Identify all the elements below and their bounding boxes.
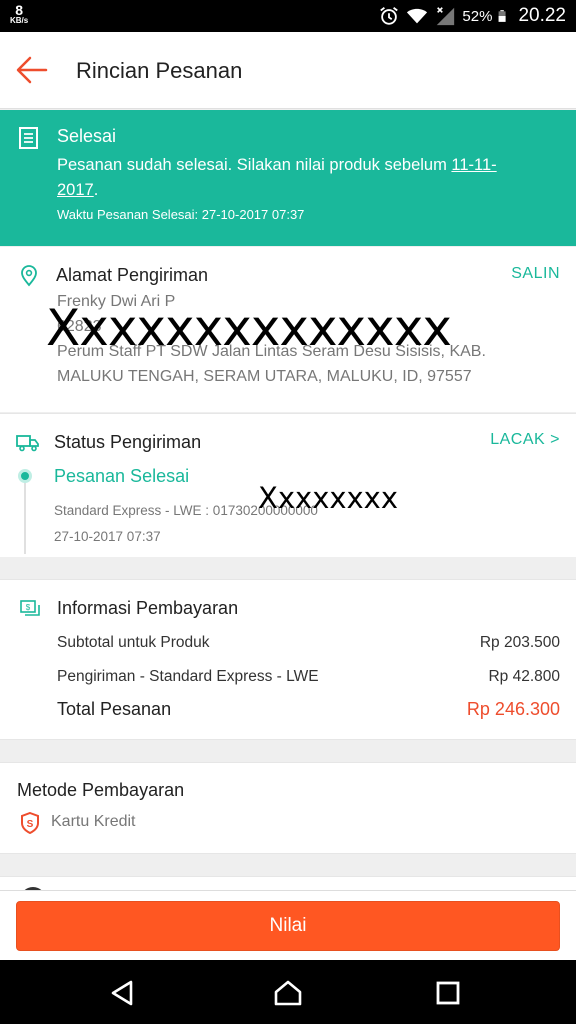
shipping-address-card: Alamat Pengiriman SALIN Frenky Dwi Ari P…: [0, 247, 576, 412]
payment-method-card: Metode Pembayaran S Kartu Kredit: [0, 762, 576, 854]
shipping-address-title: Alamat Pengiriman: [56, 265, 209, 285]
svg-text:$: $: [26, 603, 31, 612]
clock: 20.22: [518, 5, 566, 26]
status-bar: 8 KB/s 52% 20.22: [0, 0, 576, 32]
location-pin-icon: [21, 265, 37, 287]
payment-row-label: Pengiriman - Standard Express - LWE: [57, 668, 319, 685]
payment-total-value: Rp 246.300: [466, 699, 560, 719]
battery-percent: 52%: [462, 7, 493, 25]
payment-total-label: Total Pesanan: [57, 699, 172, 719]
bottom-action-bar: Nilai: [0, 890, 576, 960]
truck-icon: [16, 435, 39, 452]
order-status-banner: Selesai Pesanan sudah selesai. Silakan n…: [0, 110, 576, 246]
svg-text:S: S: [27, 819, 34, 830]
payment-row-label: Subtotal untuk Produk: [57, 634, 210, 651]
shipping-timestamp: 27-10-2017 07:37: [54, 529, 161, 544]
rate-button[interactable]: Nilai: [16, 901, 560, 951]
network-speed-value: 8: [15, 2, 24, 18]
order-status-message: Pesanan sudah selesai. Silakan nilai pro…: [57, 153, 537, 203]
wifi-icon: [407, 8, 428, 24]
order-status-message-text: Pesanan sudah selesai. Silakan nilai pro…: [57, 156, 452, 174]
shipping-status-title: Status Pengiriman: [54, 432, 202, 452]
shipping-status-value: Pesanan Selesai: [54, 466, 190, 486]
timeline-dot: [18, 469, 32, 483]
payment-row: Subtotal untuk Produk Rp 203.500: [57, 634, 560, 652]
payment-total-row: Total Pesanan Rp 246.300: [57, 699, 560, 720]
address-redaction: Xxxxxxxxxxxxxx: [46, 299, 452, 357]
money-icon: $: [20, 600, 40, 616]
order-status-message-end: .: [93, 181, 99, 199]
back-arrow-icon[interactable]: [14, 54, 50, 86]
battery-icon: [499, 10, 507, 22]
payment-method-title: Metode Pembayaran: [17, 780, 185, 800]
payment-info-title: Informasi Pembayaran: [57, 598, 239, 618]
track-shipment-button[interactable]: LACAK >: [490, 431, 560, 449]
back-nav-icon[interactable]: [109, 978, 139, 1008]
network-speed: 8 KB/s: [10, 3, 28, 25]
recents-nav-icon[interactable]: [433, 978, 463, 1008]
home-nav-icon[interactable]: [273, 978, 303, 1008]
shield-icon: S: [21, 812, 39, 834]
receipt-icon: [19, 127, 38, 149]
payment-method-value: Kartu Kredit: [51, 813, 136, 830]
network-speed-unit: KB/s: [10, 16, 29, 25]
timeline-line: [24, 478, 26, 554]
order-status-title: Selesai: [57, 126, 117, 146]
shipping-status-card: Status Pengiriman LACAK > Pesanan Selesa…: [0, 413, 576, 557]
payment-row-value: Rp 203.500: [479, 634, 560, 651]
page-title: Rincian Pesanan: [76, 58, 243, 83]
signal-icon: [437, 7, 455, 26]
tracking-redaction: Xxxxxxxx: [258, 481, 399, 515]
copy-address-button[interactable]: SALIN: [511, 265, 560, 283]
payment-info-card: $ Informasi Pembayaran Subtotal untuk Pr…: [0, 579, 576, 740]
address-line-2: MALUKU TENGAH, SERAM UTARA, MALUKU, ID, …: [57, 368, 472, 385]
alarm-icon: [380, 7, 399, 25]
app-bar: Rincian Pesanan: [0, 32, 576, 109]
order-completed-time: Waktu Pesanan Selesai: 27-10-2017 07:37: [57, 207, 305, 222]
system-nav-bar: [0, 960, 576, 1024]
payment-row: Pengiriman - Standard Express - LWE Rp 4…: [57, 668, 560, 686]
payment-row-value: Rp 42.800: [488, 668, 560, 685]
